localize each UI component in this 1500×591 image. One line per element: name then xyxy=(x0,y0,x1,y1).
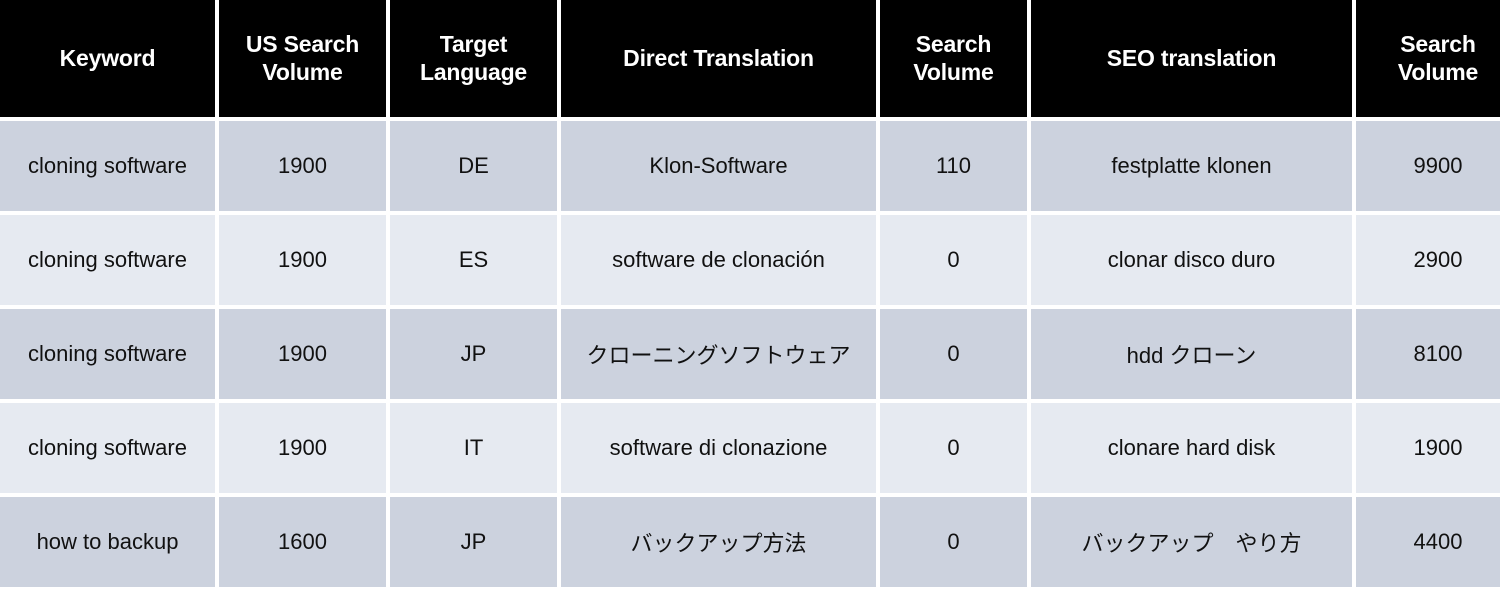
cell-us_search_volume: 1900 xyxy=(219,403,386,493)
cell-target_language: IT xyxy=(390,403,557,493)
cell-us_search_volume: 1900 xyxy=(219,121,386,211)
column-header-line: Target xyxy=(439,31,508,58)
column-header-direct_translation[interactable]: Direct Translation xyxy=(561,0,876,117)
table-row[interactable]: cloning software 1900 JP クローニングソフトウェア 0 hdd ク… xyxy=(0,309,1500,399)
cell-target_language: ES xyxy=(390,215,557,305)
cell-keyword: cloning software xyxy=(0,215,215,305)
cell-seo_translation: festplatte klonen xyxy=(1031,121,1352,211)
column-header-line: Keyword xyxy=(59,44,156,71)
cell-seo_translation: hdd クローン xyxy=(1031,309,1352,399)
cell-target_language: JP xyxy=(390,497,557,587)
cell-direct_volume: 0 xyxy=(880,497,1027,587)
cell-target_language: JP xyxy=(390,309,557,399)
column-header-line: Volume xyxy=(913,58,994,85)
cell-seo_volume: 4400 xyxy=(1356,497,1500,587)
cell-direct_volume: 0 xyxy=(880,215,1027,305)
cell-direct_volume: 110 xyxy=(880,121,1027,211)
cell-keyword: how to backup xyxy=(0,497,215,587)
column-header-line: Search xyxy=(915,31,992,58)
column-header-line: Search xyxy=(1400,31,1476,58)
table-row[interactable]: cloning software 1900 DE Klon-Software 110 fe… xyxy=(0,121,1500,211)
column-header-direct_volume[interactable]: Search Volume xyxy=(880,0,1027,117)
header-row: Keyword US Search Volume Target Language Dire… xyxy=(0,0,1500,117)
table-row[interactable]: how to backup 1600 JP バックアップ方法 0 バックアップ やり方 44… xyxy=(0,497,1500,587)
cell-direct_volume: 0 xyxy=(880,403,1027,493)
cell-seo_volume: 2900 xyxy=(1356,215,1500,305)
cell-direct_translation: Klon-Software xyxy=(561,121,876,211)
cell-us_search_volume: 1900 xyxy=(219,309,386,399)
cell-target_language: DE xyxy=(390,121,557,211)
cell-keyword: cloning software xyxy=(0,309,215,399)
column-header-line: Volume xyxy=(1397,58,1479,85)
cell-seo_translation: clonar disco duro xyxy=(1031,215,1352,305)
cell-seo_volume: 1900 xyxy=(1356,403,1500,493)
column-header-line: Language xyxy=(419,58,528,85)
cell-direct_translation: software di clonazione xyxy=(561,403,876,493)
cell-direct_translation: クローニングソフトウェア xyxy=(561,309,876,399)
column-header-seo_volume[interactable]: Search Volume xyxy=(1356,0,1500,117)
seo-keyword-table: Keyword US Search Volume Target Language Dire… xyxy=(0,0,1500,591)
cell-seo_translation: バックアップ やり方 xyxy=(1031,497,1352,587)
cell-us_search_volume: 1900 xyxy=(219,215,386,305)
column-header-us_search_volume[interactable]: US Search Volume xyxy=(219,0,386,117)
column-header-target_language[interactable]: Target Language xyxy=(390,0,557,117)
column-header-line: SEO translation xyxy=(1106,44,1277,71)
column-header-line: US Search xyxy=(245,31,360,58)
cell-keyword: cloning software xyxy=(0,403,215,493)
cell-keyword: cloning software xyxy=(0,121,215,211)
table-header: Keyword US Search Volume Target Language Dire… xyxy=(0,0,1500,117)
cell-seo_volume: 8100 xyxy=(1356,309,1500,399)
table-row[interactable]: cloning software 1900 ES software de clonac… xyxy=(0,215,1500,305)
cell-direct_translation: バックアップ方法 xyxy=(561,497,876,587)
column-header-keyword[interactable]: Keyword xyxy=(0,0,215,117)
cell-us_search_volume: 1600 xyxy=(219,497,386,587)
cell-direct_volume: 0 xyxy=(880,309,1027,399)
column-header-line: Direct Translation xyxy=(623,44,814,71)
column-header-line: Volume xyxy=(262,58,343,85)
cell-seo_translation: clonare hard disk xyxy=(1031,403,1352,493)
column-header-seo_translation[interactable]: SEO translation xyxy=(1031,0,1352,117)
table-body: cloning software 1900 DE Klon-Software 110 fe… xyxy=(0,121,1500,587)
table-row[interactable]: cloning software 1900 IT software di clonaz… xyxy=(0,403,1500,493)
cell-seo_volume: 9900 xyxy=(1356,121,1500,211)
cell-direct_translation: software de clonación xyxy=(561,215,876,305)
